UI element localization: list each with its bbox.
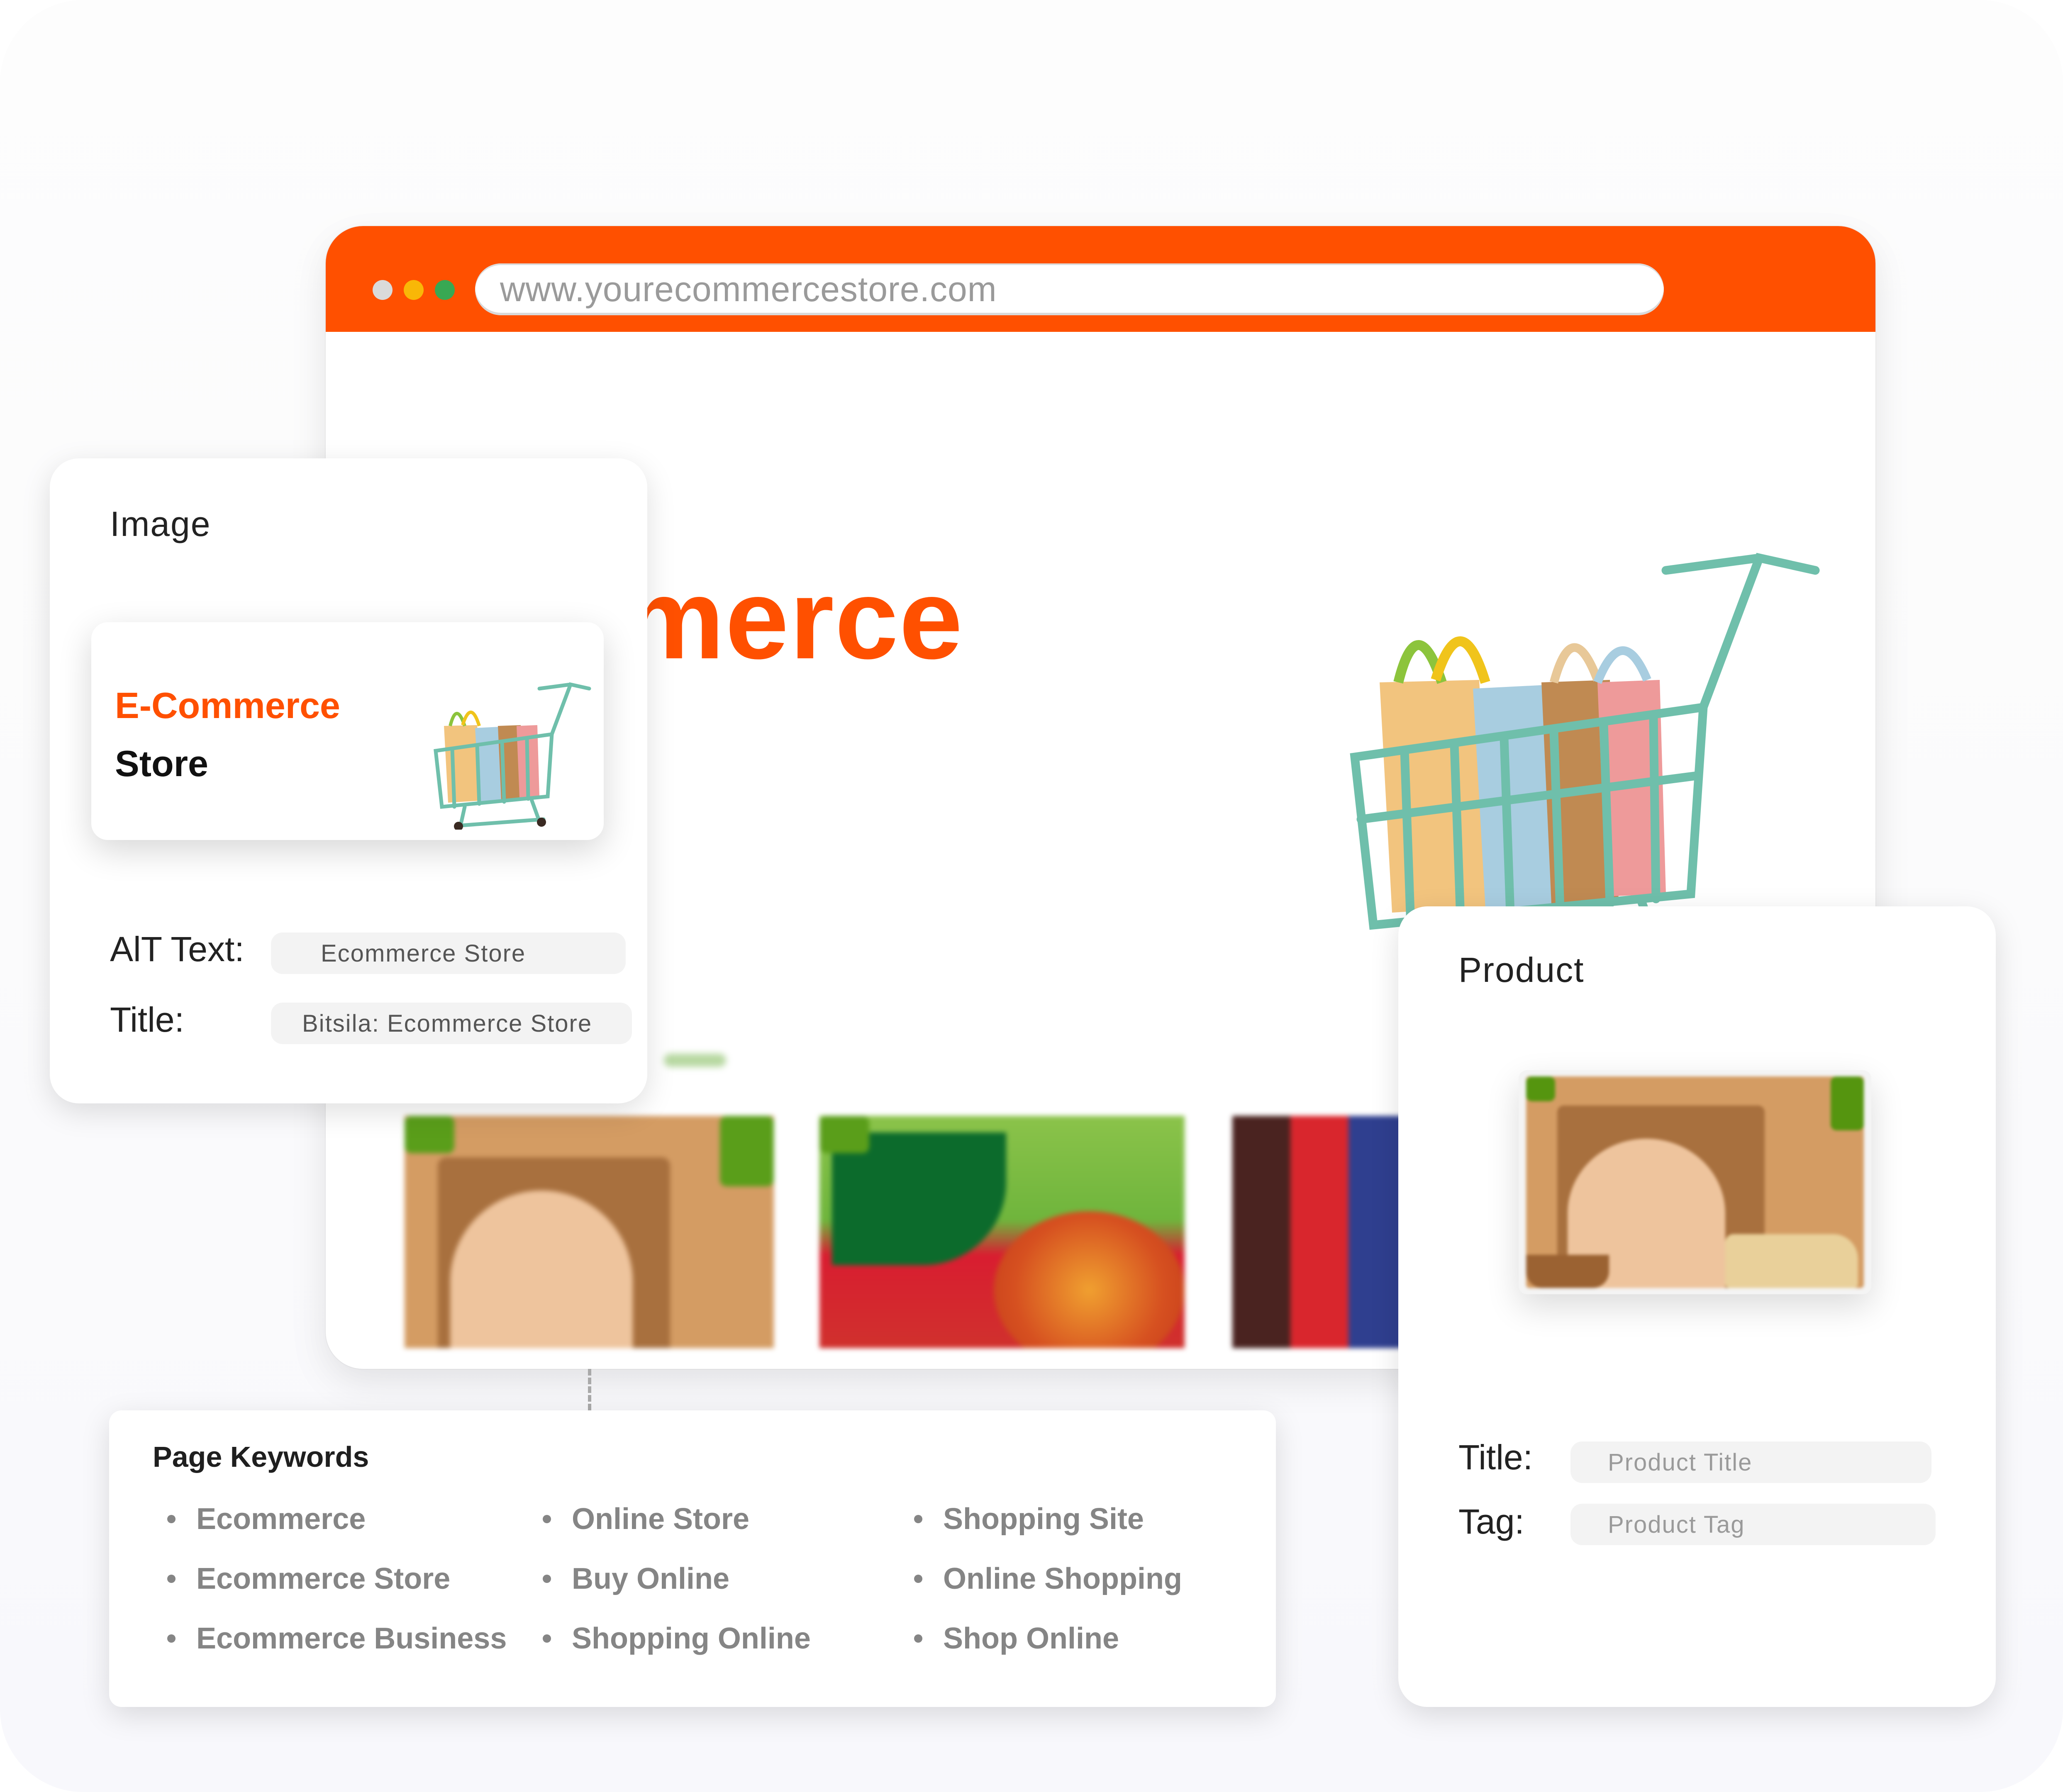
keyword-text: Ecommerce Store: [196, 1562, 451, 1595]
product-title-label: Title:: [1458, 1438, 1533, 1477]
bullet-icon: [167, 1575, 176, 1583]
keyword-item: Shopping Online: [543, 1609, 914, 1668]
product-panel-title: Product: [1458, 950, 1585, 989]
url-text: www.yourecommercestore.com: [500, 270, 997, 309]
shopping-bags: [1380, 636, 1666, 913]
keyword-text: Ecommerce Business: [196, 1622, 507, 1655]
keywords-list: Ecommerce Online Store Shopping Site Eco…: [167, 1489, 1254, 1668]
preview-title-line1: E-Commerce: [115, 685, 340, 726]
image-title-value: Bitsila: Ecommerce Store: [302, 1010, 593, 1037]
product-image: [1526, 1076, 1864, 1288]
bread-image: [1725, 1234, 1858, 1288]
new-badge: [405, 1116, 454, 1153]
product-seo-panel: Product Title: Product Title Tag: Produc…: [1398, 906, 1996, 1707]
keyword-item: Ecommerce Store: [167, 1549, 543, 1609]
preview-title-line2: Store: [115, 743, 208, 784]
keyword-item: Online Shopping: [914, 1549, 1254, 1609]
window-minimize-dot-icon[interactable]: [404, 280, 424, 300]
bullet-icon: [167, 1515, 176, 1523]
image-seo-panel: Image E-Commerce Store AlT Text: Ecommer…: [50, 458, 647, 1103]
keyword-item: Shopping Site: [914, 1489, 1254, 1549]
image-title-field[interactable]: Bitsila: Ecommerce Store: [271, 1003, 632, 1044]
product-image-card[interactable]: [1519, 1070, 1871, 1294]
keyword-text: Online Shopping: [943, 1562, 1182, 1595]
image-panel-title: Image: [110, 504, 211, 543]
bullet-icon: [914, 1634, 922, 1643]
product-tile[interactable]: [405, 1116, 774, 1348]
keywords-title: Page Keywords: [153, 1441, 369, 1473]
browser-title-bar: www.yourecommercestore.com: [326, 226, 1875, 332]
view-all-link[interactable]: [664, 1054, 726, 1067]
image-title-label: Title:: [110, 1000, 184, 1039]
product-title-placeholder: Product Title: [1608, 1449, 1753, 1476]
keyword-text: Buy Online: [572, 1562, 730, 1595]
keyword-text: Online Store: [572, 1502, 750, 1536]
keyword-item: Ecommerce Business: [167, 1609, 543, 1668]
shopping-cart-icon: [434, 682, 591, 830]
keyword-text: Shopping Site: [943, 1502, 1144, 1536]
bullet-icon: [543, 1515, 551, 1523]
product-title-input[interactable]: Product Title: [1570, 1441, 1931, 1483]
product-food-image: [994, 1211, 1185, 1348]
dashed-connector: [588, 1369, 591, 1410]
bowl-image: [1526, 1255, 1609, 1288]
keyword-text: Shop Online: [943, 1622, 1119, 1655]
bullet-icon: [543, 1634, 551, 1643]
page-keywords-panel: Page Keywords Ecommerce Online Store Sho…: [109, 1410, 1276, 1707]
discount-badge: [1831, 1076, 1864, 1130]
alt-text-label: AlT Text:: [110, 930, 244, 969]
alt-text-value: Ecommerce Store: [321, 940, 526, 967]
bullet-icon: [914, 1575, 922, 1583]
new-badge: [1526, 1076, 1555, 1101]
bullet-icon: [543, 1575, 551, 1583]
keyword-item: Ecommerce: [167, 1489, 543, 1549]
keyword-item: Online Store: [543, 1489, 914, 1549]
product-tag-input[interactable]: Product Tag: [1570, 1504, 1936, 1545]
new-badge: [819, 1116, 869, 1153]
bullet-icon: [167, 1634, 176, 1643]
bullet-icon: [914, 1515, 922, 1523]
keyword-text: Ecommerce: [196, 1502, 366, 1536]
alt-text-field[interactable]: Ecommerce Store: [271, 933, 626, 974]
product-tag-placeholder: Product Tag: [1608, 1511, 1745, 1538]
image-preview-card[interactable]: E-Commerce Store: [91, 622, 604, 840]
address-bar[interactable]: www.yourecommercestore.com: [475, 263, 1664, 315]
keyword-item: Shop Online: [914, 1609, 1254, 1668]
window-maximize-dot-icon[interactable]: [435, 280, 455, 300]
keyword-text: Shopping Online: [572, 1622, 811, 1655]
product-tag-label: Tag:: [1458, 1502, 1524, 1541]
discount-badge: [720, 1116, 774, 1186]
window-close-dot-icon[interactable]: [373, 280, 393, 300]
keyword-item: Buy Online: [543, 1549, 914, 1609]
product-tile[interactable]: [819, 1116, 1185, 1348]
